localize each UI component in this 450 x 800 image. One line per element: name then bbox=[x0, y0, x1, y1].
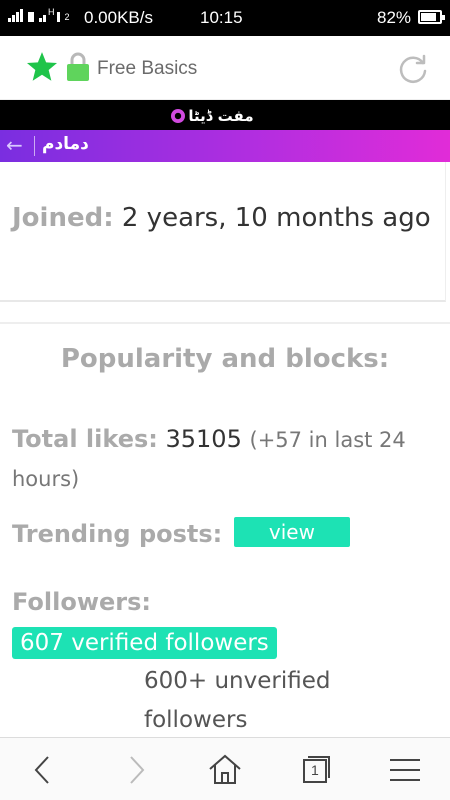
profile-content: Joined: 2 years, 10 months ago Popularit… bbox=[0, 162, 450, 737]
joined-value: 2 years, 10 months ago bbox=[121, 203, 431, 233]
battery-fill bbox=[421, 13, 436, 21]
unverified-followers: 600+ unverified followers bbox=[144, 668, 331, 733]
sim-card-icon bbox=[28, 8, 34, 22]
free-data-label: مفت ڈیٹا bbox=[188, 107, 254, 125]
network-speed: 0.00KB/s bbox=[84, 8, 153, 27]
browser-bar: Free Basics bbox=[0, 36, 450, 100]
tabs-button[interactable]: 1 bbox=[298, 752, 334, 788]
header-divider bbox=[34, 136, 35, 156]
view-trending-button[interactable]: view bbox=[233, 517, 350, 547]
back-icon[interactable] bbox=[26, 752, 62, 788]
verified-followers-badge[interactable]: 607 verified followers bbox=[12, 627, 277, 659]
clock: 10:15 bbox=[200, 8, 243, 27]
status-bar: H 2 0.00KB/s 10:15 82% bbox=[0, 0, 450, 36]
bottom-nav: 1 bbox=[0, 737, 450, 800]
signal-indicators: H 2 bbox=[8, 8, 71, 22]
tab-count: 1 bbox=[311, 762, 319, 778]
signal-icon bbox=[8, 8, 23, 22]
lock-icon bbox=[67, 52, 89, 81]
forward-icon[interactable] bbox=[118, 752, 154, 788]
free-data-icon bbox=[171, 109, 186, 123]
trending-row: Trending posts: view bbox=[12, 517, 350, 550]
app-title: دمادم bbox=[42, 134, 89, 154]
star-icon[interactable] bbox=[25, 50, 59, 84]
signal-icon-2: H bbox=[39, 8, 60, 22]
followers-label: Followers: bbox=[12, 588, 152, 616]
battery-percent: 82% bbox=[377, 8, 412, 27]
reload-icon[interactable] bbox=[396, 52, 430, 86]
joined-label: Joined: bbox=[12, 203, 114, 233]
joined-card: Joined: 2 years, 10 months ago bbox=[0, 162, 446, 302]
page-title: Free Basics bbox=[97, 58, 198, 79]
likes-label: Total likes: bbox=[12, 425, 158, 453]
free-data-tab[interactable]: مفت ڈیٹا bbox=[165, 100, 260, 132]
free-data-banner: مفت ڈیٹا bbox=[0, 100, 450, 132]
app-header: ← دمادم bbox=[0, 130, 450, 162]
popularity-title: Popularity and blocks: bbox=[60, 344, 390, 374]
arrow-left-icon[interactable]: ← bbox=[6, 134, 23, 156]
trending-label: Trending posts: bbox=[12, 520, 223, 548]
menu-icon[interactable] bbox=[387, 752, 423, 788]
sim-slot-label: 2 bbox=[64, 12, 70, 22]
likes-value: 35105 bbox=[165, 425, 242, 453]
home-icon[interactable] bbox=[207, 752, 243, 788]
network-type-label: H bbox=[48, 7, 55, 17]
likes-row: Total likes: 35105 (+57 in last 24 hours… bbox=[12, 420, 442, 498]
joined-row: Joined: 2 years, 10 months ago bbox=[12, 195, 432, 241]
battery-icon bbox=[418, 10, 445, 24]
